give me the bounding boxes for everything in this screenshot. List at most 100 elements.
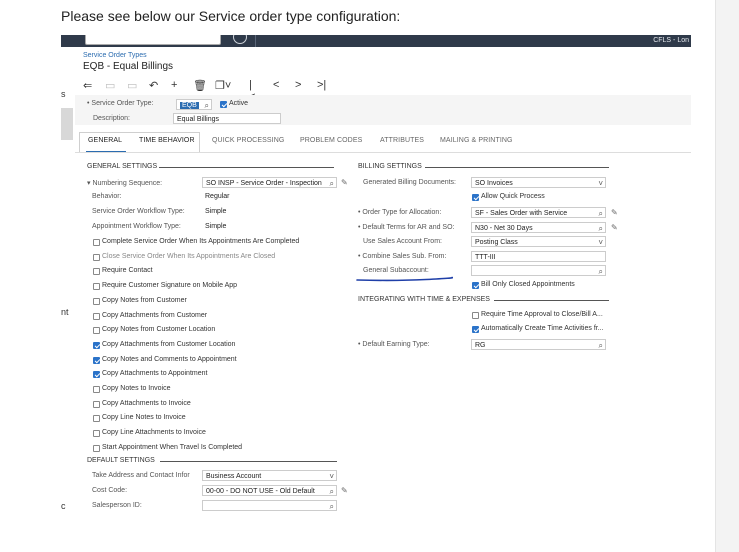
tab-mailing-printing[interactable]: MAILING & PRINTING — [440, 137, 513, 144]
auto-create-time-checkbox[interactable] — [472, 326, 479, 333]
search-icon[interactable]: ⌕ — [599, 266, 603, 275]
edit-pencil-icon[interactable]: ✎ — [341, 178, 348, 187]
complete-so-checkbox[interactable] — [93, 239, 100, 246]
description-input[interactable]: Equal Billings — [173, 113, 281, 124]
use-sales-account-select[interactable]: Posting Class ˅ — [471, 236, 606, 247]
delete-icon[interactable]: 🗑 — [193, 79, 207, 92]
breadcrumb[interactable]: Service Order Types — [83, 52, 147, 59]
copy-line-attachments-invoice-label: Copy Line Attachments to Invoice — [102, 429, 206, 437]
generated-docs-select[interactable]: SO Invoices ˅ — [471, 177, 606, 188]
require-signature-checkbox[interactable] — [93, 283, 100, 291]
left-selected-fragment — [61, 108, 73, 140]
close-so-label: Close Service Order When Its Appointment… — [102, 252, 276, 260]
page-title: EQB - Equal Billings — [83, 61, 174, 72]
require-time-approval-checkbox[interactable] — [472, 312, 479, 319]
tab-general[interactable]: GENERAL — [88, 137, 122, 144]
allow-quick-process-label: Allow Quick Process — [481, 193, 545, 200]
add-icon[interactable]: + — [171, 79, 177, 91]
tab-attributes[interactable]: ATTRIBUTES — [380, 137, 424, 144]
chevron-down-icon[interactable]: ˅ — [329, 471, 334, 480]
search-icon[interactable]: ⌕ — [330, 501, 334, 510]
edit-pencil-icon[interactable]: ✎ — [611, 208, 618, 217]
default-terms-input[interactable]: N30 - Net 30 Days ⌕ — [471, 222, 606, 233]
default-terms-label: • Default Terms for AR and SO: — [358, 224, 455, 231]
bill-only-closed-checkbox[interactable] — [472, 282, 479, 289]
take-address-select[interactable]: Business Account ˅ — [202, 470, 337, 481]
search-icon[interactable]: ⌕ — [599, 223, 603, 232]
copy-notes-appointment-label: Copy Notes and Comments to Appointment — [102, 355, 237, 363]
so-workflow-value[interactable]: Simple — [205, 208, 226, 215]
copy-notes-invoice-checkbox[interactable] — [93, 386, 100, 393]
undo-icon[interactable]: ↶ — [149, 79, 158, 92]
next-record-icon[interactable]: > — [295, 79, 301, 91]
edit-pencil-icon[interactable]: ✎ — [341, 486, 348, 495]
earning-type-value: RG — [475, 342, 486, 349]
search-icon[interactable]: ⌕ — [330, 178, 334, 187]
copy-notes-invoice-label: Copy Notes to Invoice — [102, 385, 171, 392]
cost-code-value: 00-00 - DO NOT USE - Old Default — [206, 488, 315, 495]
appt-workflow-label: Appointment Workflow Type: — [92, 223, 181, 230]
require-contact-checkbox[interactable] — [93, 268, 100, 276]
combine-sales-sub-label: • Combine Sales Sub. From: — [358, 253, 447, 260]
close-so-checkbox[interactable] — [93, 253, 100, 261]
take-address-value: Business Account — [206, 473, 262, 480]
save-close-icon[interactable]: ▭ — [127, 79, 137, 92]
copy-notes-customer-checkbox[interactable] — [93, 297, 100, 305]
previous-record-icon[interactable]: < — [273, 79, 279, 91]
tab-time-behavior[interactable]: TIME BEHAVIOR — [139, 137, 195, 144]
start-appointment-travel-checkbox[interactable] — [93, 444, 100, 452]
global-search-input[interactable] — [85, 35, 221, 45]
left-fragment-s: s — [61, 89, 66, 99]
copy-notes-location-checkbox[interactable] — [93, 327, 100, 335]
copy-attachments-customer-checkbox[interactable] — [93, 312, 100, 320]
behavior-value[interactable]: Regular — [205, 193, 230, 200]
chevron-down-icon[interactable]: ˅ — [598, 178, 603, 187]
allow-quick-process-checkbox[interactable] — [472, 194, 479, 201]
copy-attachments-location-checkbox[interactable] — [93, 341, 100, 349]
order-type-alloc-input[interactable]: SF - Sales Order with Service ⌕ — [471, 207, 606, 218]
search-icon[interactable]: ⌕ — [599, 208, 603, 217]
copy-attachments-invoice-checkbox[interactable] — [93, 400, 100, 408]
earning-type-input[interactable]: RG ⌕ — [471, 339, 606, 350]
search-icon[interactable]: ⌕ — [205, 100, 209, 109]
copy-icon[interactable]: ❐˅ — [215, 79, 231, 92]
require-contact-label: Require Contact — [102, 267, 153, 275]
auto-create-time-label: Automatically Create Time Activities fr.… — [481, 325, 604, 332]
search-icon[interactable]: ⌕ — [330, 486, 334, 495]
handwritten-underline-annotation — [356, 276, 453, 282]
edit-pencil-icon[interactable]: ✎ — [611, 223, 618, 232]
combine-sales-sub-input[interactable]: TTT-III — [471, 251, 606, 262]
general-subaccount-input[interactable]: ⌕ — [471, 265, 606, 276]
help-icon[interactable] — [233, 35, 247, 44]
last-record-icon[interactable]: >| — [317, 79, 326, 91]
require-signature-label: Require Customer Signature on Mobile App — [102, 282, 238, 290]
save-icon[interactable]: ▭ — [105, 79, 115, 92]
right-sidebar-pane — [715, 0, 739, 552]
order-type-input[interactable]: EQB ⌕ — [176, 99, 212, 110]
copy-attachments-appointment-checkbox[interactable] — [93, 371, 100, 379]
left-fragment-c: c — [61, 501, 66, 511]
generated-docs-value: SO Invoices — [475, 180, 513, 187]
appt-workflow-value[interactable]: Simple — [205, 223, 226, 230]
description-label: Description: — [93, 115, 130, 122]
tab-quick-processing[interactable]: QUICK PROCESSING — [212, 137, 284, 144]
tab-problem-codes[interactable]: PROBLEM CODES — [300, 137, 362, 144]
topbar-divider — [255, 35, 256, 47]
back-icon[interactable]: ⇐ — [83, 79, 92, 92]
numbering-sequence-input[interactable]: SO INSP - Service Order - Inspection ⌕ — [202, 177, 337, 188]
copy-notes-appointment-checkbox[interactable] — [93, 356, 100, 364]
active-checkbox[interactable] — [220, 101, 227, 108]
salesperson-label: Salesperson ID: — [92, 502, 142, 509]
salesperson-input[interactable]: ⌕ — [202, 500, 337, 511]
search-icon[interactable]: ⌕ — [599, 340, 603, 349]
earning-type-label: • Default Earning Type: — [358, 341, 430, 348]
copy-attachments-location-label: Copy Attachments from Customer Location — [102, 340, 236, 348]
cost-code-input[interactable]: 00-00 - DO NOT USE - Old Default ⌕ — [202, 485, 337, 496]
take-address-label: Take Address and Contact Infor — [92, 472, 190, 479]
left-cropped-strip: s nt c — [0, 35, 75, 515]
copy-line-attachments-invoice-checkbox[interactable] — [93, 430, 100, 438]
chevron-down-icon[interactable]: ˅ — [598, 237, 603, 246]
copy-line-notes-invoice-checkbox[interactable] — [93, 415, 100, 423]
intro-caption: Please see below our Service order type … — [61, 8, 401, 24]
company-selector[interactable]: CFLS - Lon — [653, 35, 689, 47]
